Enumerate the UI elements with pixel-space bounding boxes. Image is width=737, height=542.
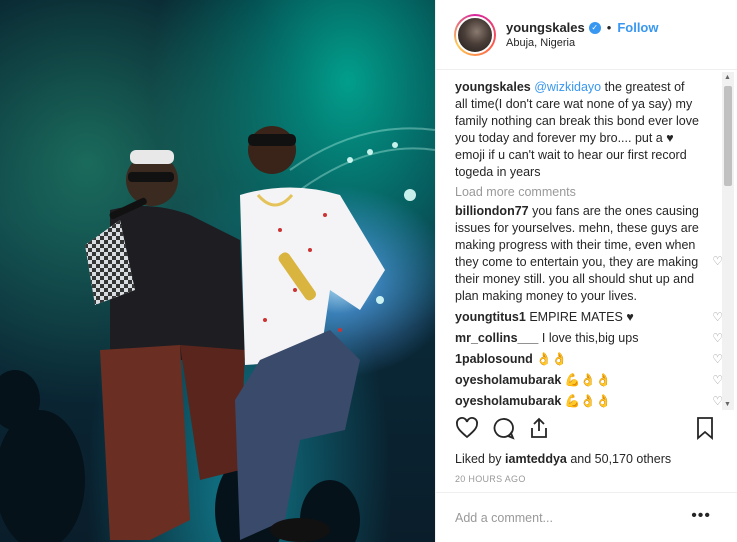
caption-mention[interactable]: @wizkidayo (534, 80, 601, 94)
scrollbar-thumb[interactable] (724, 86, 732, 186)
caption-text: the greatest of all time(I don't care wa… (455, 80, 699, 179)
heart-icon[interactable] (455, 416, 479, 443)
comment-item: mr_collins___ I love this,big ups ♡ (455, 330, 723, 347)
likes-summary: Liked by iamteddya and 50,170 others (455, 452, 671, 466)
comment-item: 1pablosound 👌👌 ♡ (455, 351, 723, 368)
comments-scrollbar[interactable]: ▲ ▼ (722, 72, 734, 410)
header-separator: • (606, 20, 612, 35)
post-sidebar: youngskales ✓ • Follow Abuja, Nigeria yo… (435, 0, 737, 542)
comment-icon[interactable] (491, 416, 515, 443)
comment-text: 💪👌👌 (564, 373, 612, 387)
comment-username[interactable]: oyesholamubarak (455, 373, 561, 387)
comment-username[interactable]: oyesholamubarak (455, 394, 561, 408)
comment-text: 👌👌 (536, 352, 568, 366)
comment-text: 💪👌👌 (564, 394, 612, 408)
scroll-up-icon[interactable]: ▲ (724, 74, 731, 81)
caption-username[interactable]: youngskales (455, 80, 531, 94)
load-more-comments-button[interactable]: Load more comments (455, 185, 737, 199)
bookmark-icon[interactable] (693, 416, 717, 443)
scroll-down-icon[interactable]: ▼ (724, 401, 731, 408)
comment-item: oyesholamubarak 💪👌👌 ♡ (455, 372, 723, 389)
share-icon[interactable] (527, 416, 551, 443)
comment-text: you fans are the ones causing issues for… (455, 204, 699, 303)
header-username[interactable]: youngskales (506, 20, 585, 35)
post-header: youngskales ✓ • Follow Abuja, Nigeria (436, 0, 737, 70)
more-options-icon[interactable]: ••• (691, 507, 711, 525)
comment-item: oyesholamubarak 💪👌👌 ♡ (455, 393, 723, 410)
likes-user[interactable]: iamteddya (505, 452, 567, 466)
comment-username[interactable]: mr_collins___ (455, 331, 538, 345)
likes-prefix: Liked by (455, 452, 506, 466)
post-photo[interactable] (0, 0, 435, 542)
comment-text: EMPIRE MATES ♥ (529, 310, 634, 324)
post-timestamp[interactable]: 20 HOURS AGO (455, 474, 526, 484)
likes-suffix[interactable]: and 50,170 others (567, 452, 671, 466)
location-link[interactable]: Abuja, Nigeria (506, 37, 659, 49)
comment-item: billiondon77 you fans are the ones causi… (455, 203, 723, 305)
concert-photo-art (0, 126, 435, 542)
avatar-story-ring[interactable] (454, 13, 496, 56)
comment-username[interactable]: 1pablosound (455, 352, 533, 366)
comment-item: youngtitus1 EMPIRE MATES ♥ ♡ (455, 309, 723, 326)
follow-button[interactable]: Follow (617, 20, 658, 35)
avatar[interactable] (456, 15, 494, 54)
verified-badge-icon: ✓ (588, 21, 601, 34)
action-bar (455, 416, 717, 446)
comment-username[interactable]: youngtitus1 (455, 310, 526, 324)
header-text: youngskales ✓ • Follow Abuja, Nigeria (506, 20, 659, 49)
comments-list[interactable]: youngskales @wizkidayo the greatest of a… (436, 71, 737, 413)
add-comment-bar[interactable]: Add a comment... ••• (436, 492, 737, 542)
comment-text: I love this,big ups (541, 331, 639, 345)
comment-username[interactable]: billiondon77 (455, 204, 529, 218)
add-comment-input[interactable]: Add a comment... (455, 511, 553, 525)
caption: youngskales @wizkidayo the greatest of a… (455, 79, 700, 181)
header-row: youngskales ✓ • Follow (506, 20, 659, 35)
